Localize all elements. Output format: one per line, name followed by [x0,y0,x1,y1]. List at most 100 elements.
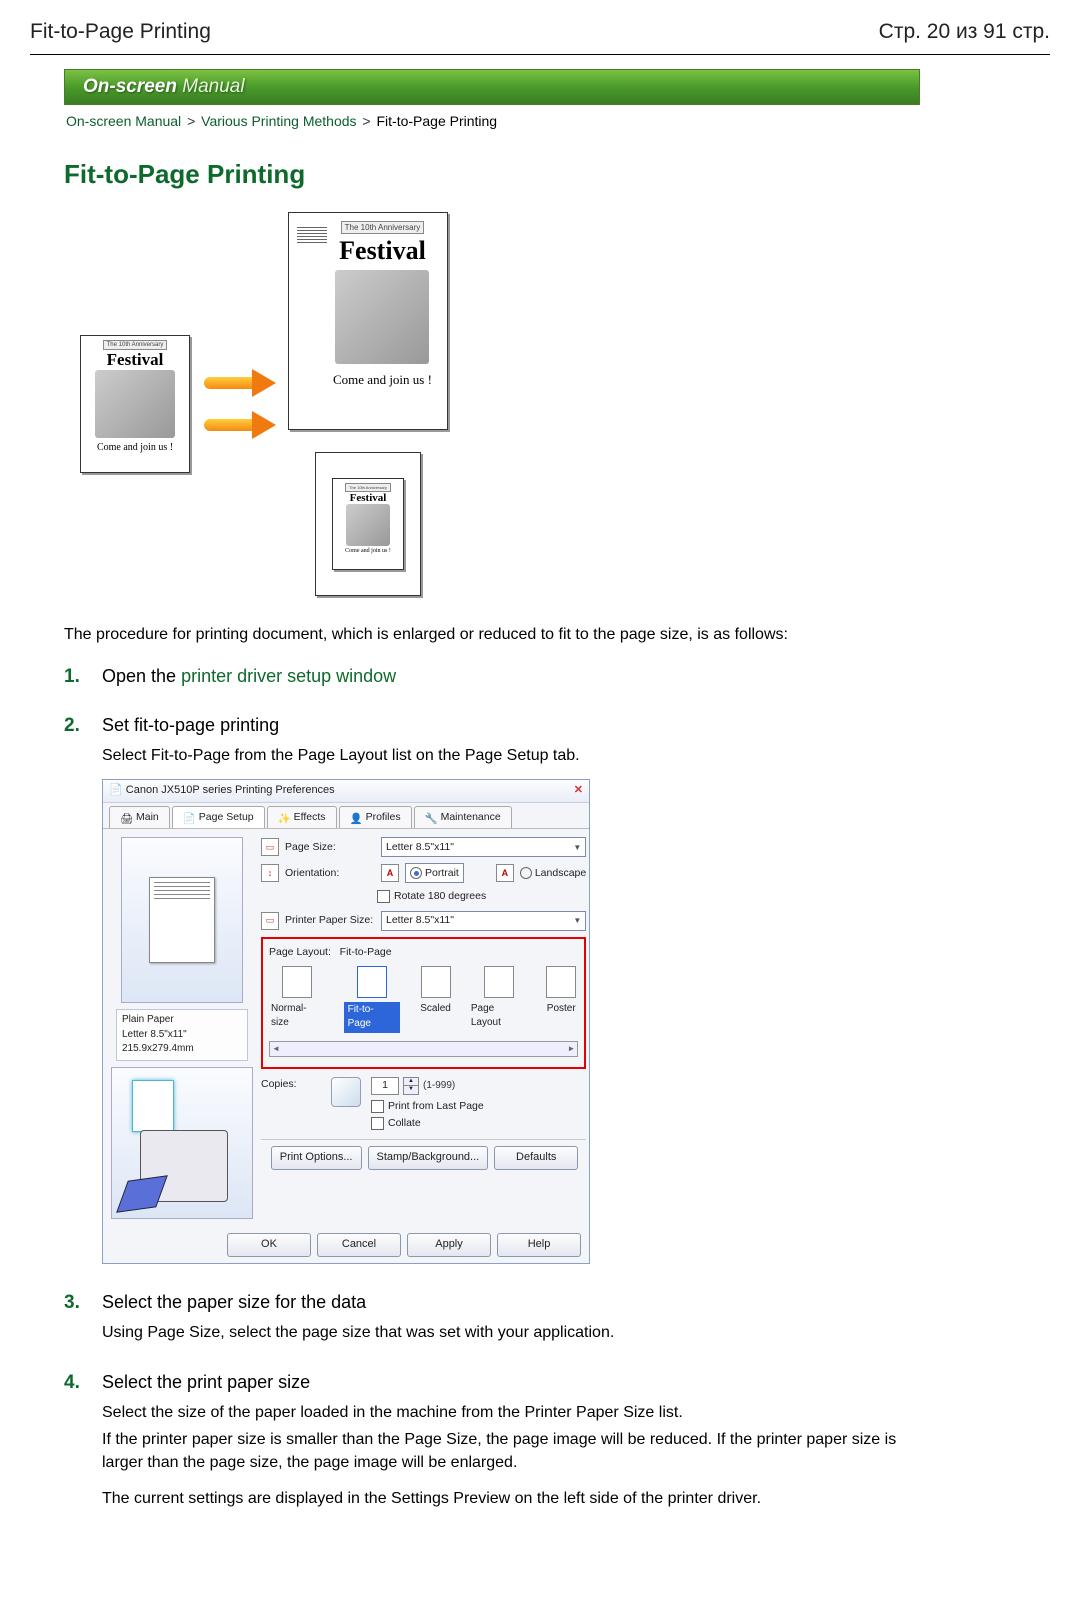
output-paper-icon [116,1175,168,1213]
tab-profiles[interactable]: 👤Profiles [339,806,412,828]
preview-doc-icon [149,877,215,963]
printer-illustration [111,1067,253,1219]
poster-festival: Festival [339,236,426,266]
intro-text: The procedure for printing document, whi… [64,626,920,644]
landscape-label: Landscape [535,866,586,881]
step4-p1: Select the size of the paper loaded in t… [102,1401,920,1424]
dialog-titlebar: 📄 Canon JX510P series Printing Preferenc… [103,780,589,803]
stamp-background-button[interactable]: Stamp/Background... [368,1146,489,1170]
portrait-a-icon: A [381,864,399,882]
layout-normal-label: Normal-size [271,1002,324,1031]
rotate-180-checkbox[interactable]: Rotate 180 degrees [377,889,486,904]
copies-range: (1-999) [423,1079,455,1094]
layout-poster[interactable]: Poster [546,966,576,1033]
poster-enlarged: The 10th Anniversary Festival Come and j… [288,212,448,430]
printer-paper-size-value: Letter 8.5"x11" [386,913,454,928]
help-button[interactable]: Help [497,1233,581,1257]
tab-main[interactable]: 🖨 Main [109,806,170,828]
poster-festival: Festival [107,350,164,370]
chevron-down-icon: ▼ [573,842,581,854]
page-indicator: Стр. 20 из 91 стр. [879,20,1050,44]
tab-page-setup[interactable]: 📄 Page Setup [172,806,265,828]
poster-anniv: The 10th Anniversary [103,340,168,350]
layout-fit-label: Fit-to-Page [344,1002,401,1033]
poster-original: The 10th Anniversary Festival Come and j… [80,335,190,473]
copies-spinner[interactable]: ▲▼ [403,1077,419,1095]
breadcrumb: On-screen Manual > Various Printing Meth… [64,109,920,141]
page-size-value: Letter 8.5"x11" [386,840,454,855]
dialog-title-text: Canon JX510P series Printing Preferences [126,784,335,796]
normal-size-icon [282,966,312,998]
tab-main-label: Main [136,810,159,825]
effects-tab-icon: ✨ [278,812,290,824]
step3-head: Select the paper size for the data [102,1292,920,1313]
step2-head: Set fit-to-page printing [102,715,920,736]
printer-driver-link[interactable]: printer driver setup window [181,666,396,686]
step4-p2: If the printer paper size is smaller tha… [102,1428,920,1474]
preview-info: Plain Paper Letter 8.5"x11" 215.9x279.4m… [116,1009,248,1061]
preview-paper [121,837,243,1003]
step-4: Select the print paper size Select the s… [92,1372,920,1510]
landscape-radio[interactable]: Landscape [520,866,586,881]
tab-pagesetup-label: Page Setup [199,810,254,825]
settings-preview: Plain Paper Letter 8.5"x11" 215.9x279.4m… [111,837,253,1219]
step2-body: Select Fit-to-Page from the Page Layout … [102,744,920,767]
page-setup-tab-icon: 📄 [183,812,195,824]
poster-anniv: The 10th Anniversary [341,221,425,234]
defaults-button[interactable]: Defaults [494,1146,578,1170]
main-tab-icon: 🖨 [120,812,132,824]
layout-page-layout[interactable]: Page Layout [471,966,526,1033]
layout-scrollbar[interactable]: ◄► [269,1041,578,1057]
step3-body: Using Page Size, select the page size th… [102,1321,920,1344]
layout-fit-to-page[interactable]: Fit-to-Page [344,966,401,1033]
print-from-last-label: Print from Last Page [388,1099,484,1114]
orientation-label: Orientation: [285,866,375,881]
printer-paper-size-select[interactable]: Letter 8.5"x11"▼ [381,911,586,931]
cancel-button[interactable]: Cancel [317,1233,401,1257]
apply-button[interactable]: Apply [407,1233,491,1257]
page-size-label: Page Size: [285,840,375,855]
doc-title: Fit-to-Page Printing [30,20,211,44]
tab-effects-label: Effects [294,810,326,825]
tab-effects[interactable]: ✨ Effects [267,806,337,828]
poster-join: Come and join us ! [97,442,173,453]
page-layout-highlight: Page Layout: Fit-to-Page Normal-size Fit… [261,937,586,1069]
landscape-a-icon: A [496,864,514,882]
page-layout-value: Fit-to-Page [340,946,392,958]
copies-input[interactable]: 1 [371,1077,399,1095]
close-icon[interactable]: ✕ [574,783,583,799]
copies-label: Copies: [261,1077,321,1092]
print-options-button[interactable]: Print Options... [271,1146,362,1170]
step-2: Set fit-to-page printing Select Fit-to-P… [92,715,920,1264]
page-size-select[interactable]: Letter 8.5"x11" ▼ [381,837,586,857]
page-layout-label: Page Layout: [269,946,331,958]
breadcrumb-link-methods[interactable]: Various Printing Methods [201,113,356,129]
printer-paper-size-icon: ▭ [261,912,279,930]
tab-maintenance[interactable]: 🔧Maintenance [414,806,512,828]
arrow-reduce-icon [204,413,274,437]
preview-dims: Letter 8.5"x11" 215.9x279.4mm [122,1028,242,1057]
fit-to-page-icon [357,966,387,998]
page-size-icon: ▭ [261,838,279,856]
breadcrumb-current: Fit-to-Page Printing [376,113,497,129]
portrait-radio[interactable]: Portrait [405,863,464,883]
print-from-last-checkbox[interactable]: Print from Last Page [371,1099,484,1114]
breadcrumb-link-manual[interactable]: On-screen Manual [66,113,181,129]
document-header: Fit-to-Page Printing Стр. 20 из 91 стр. [30,18,1050,55]
poster-reduced-on-page: The 10th Anniversary Festival Come and j… [315,452,421,596]
orientation-icon: ↕ [261,864,279,882]
layout-poster-label: Poster [547,1002,576,1017]
collate-checkbox[interactable]: Collate [371,1116,484,1131]
layout-normal-size[interactable]: Normal-size [271,966,324,1033]
manual-banner: On-screen Manual [64,69,920,105]
preview-media: Plain Paper [122,1013,242,1028]
scaled-icon [421,966,451,998]
poster-join: Come and join us ! [333,372,432,388]
poster-join: Come and join us ! [345,548,391,554]
copies-icon [331,1077,361,1107]
breadcrumb-sep: > [187,113,195,129]
poster-anniv: The 10th Anniversary [345,483,391,492]
ok-button[interactable]: OK [227,1233,311,1257]
layout-pl-label: Page Layout [471,1002,526,1031]
layout-scaled[interactable]: Scaled [420,966,451,1033]
